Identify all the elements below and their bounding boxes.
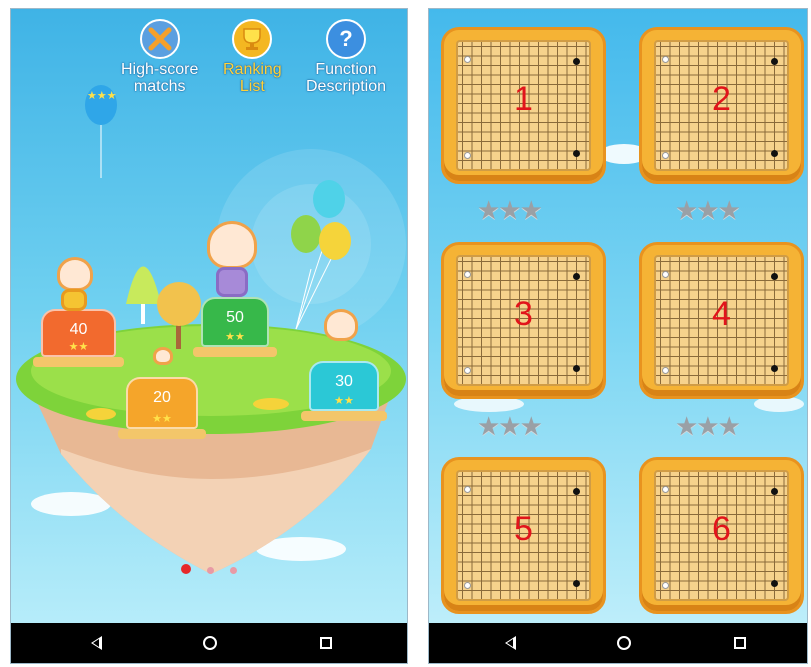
- character-avatar: [57, 257, 93, 291]
- function-description-button[interactable]: ? Function Description: [306, 19, 386, 95]
- pedestal-value: 40: [69, 321, 88, 338]
- go-board: 1: [456, 40, 591, 171]
- level-card-2[interactable]: 2: [639, 27, 804, 184]
- level-number: 6: [712, 510, 731, 548]
- function-description-label: Function Description: [306, 61, 387, 95]
- pedestal-stars: ★★: [152, 413, 172, 425]
- recents-icon[interactable]: [311, 633, 341, 653]
- character-avatar: [207, 221, 257, 269]
- pedestal-stars: ★★: [68, 341, 89, 353]
- go-board: 6: [654, 470, 789, 601]
- level-stars: ★★★: [675, 411, 741, 441]
- recents-icon[interactable]: [725, 633, 755, 653]
- pedestal-stars: ★★: [334, 395, 354, 407]
- question-icon: ?: [326, 19, 367, 59]
- pedestal-value: 50: [226, 309, 244, 326]
- level-select-screen: 1 ★★★ 2 ★★★ 3 ★★★ 4 ★★★ 5 6: [428, 8, 808, 664]
- go-board: 3: [456, 255, 591, 386]
- back-icon[interactable]: [495, 633, 525, 653]
- home-icon[interactable]: [609, 633, 639, 653]
- character-avatar: [153, 347, 173, 365]
- question-glyph: ?: [339, 26, 353, 51]
- balloon-stars: ★★★: [87, 90, 117, 102]
- high-score-matches-label: High-score matchs: [121, 61, 199, 95]
- character-body: [61, 289, 87, 311]
- level-stars: ★★★: [477, 195, 543, 225]
- character-body: [216, 267, 248, 297]
- home-screen: High-score matchs Ranking List ? Functio…: [10, 8, 408, 664]
- level-number: 5: [514, 510, 533, 548]
- level-pedestal-20[interactable]: 20 ★★: [118, 377, 206, 439]
- level-pedestal-30[interactable]: 30 ★★: [301, 361, 387, 421]
- go-board: 5: [456, 470, 591, 601]
- page-dot[interactable]: [181, 564, 191, 574]
- ranking-list-label: Ranking List: [223, 61, 282, 95]
- level-stars: ★★★: [675, 195, 741, 225]
- character-avatar: [324, 309, 358, 341]
- page-indicator: [11, 561, 407, 579]
- home-icon[interactable]: [195, 633, 225, 653]
- high-score-matches-button[interactable]: High-score matchs: [121, 19, 198, 95]
- navigation-bar: [11, 623, 407, 663]
- level-card-3[interactable]: 3: [441, 242, 606, 399]
- pedestal-stars: ★★: [225, 331, 245, 343]
- ranking-list-button[interactable]: Ranking List: [223, 19, 282, 95]
- level-number: 4: [712, 295, 731, 333]
- go-board: 2: [654, 40, 789, 171]
- trophy-icon: [232, 19, 273, 59]
- level-pedestal-50[interactable]: 50 ★★: [193, 297, 277, 357]
- crossed-swords-icon: [139, 19, 180, 59]
- level-number: 3: [514, 295, 533, 333]
- pedestal-value: 30: [335, 373, 353, 390]
- level-number: 1: [514, 80, 533, 118]
- level-card-1[interactable]: 1: [441, 27, 606, 184]
- navigation-bar: [429, 623, 807, 663]
- level-pedestal-40[interactable]: 40 ★★: [33, 309, 124, 367]
- level-card-6[interactable]: 6: [639, 457, 804, 614]
- level-stars: ★★★: [477, 411, 543, 441]
- level-card-5[interactable]: 5: [441, 457, 606, 614]
- level-number: 2: [712, 80, 731, 118]
- pedestal-value: 20: [153, 389, 171, 406]
- page-dot[interactable]: [207, 567, 214, 574]
- level-card-4[interactable]: 4: [639, 242, 804, 399]
- page-dot[interactable]: [230, 567, 237, 574]
- back-icon[interactable]: [81, 633, 111, 653]
- go-board: 4: [654, 255, 789, 386]
- star-balloon[interactable]: ★★★: [83, 83, 119, 188]
